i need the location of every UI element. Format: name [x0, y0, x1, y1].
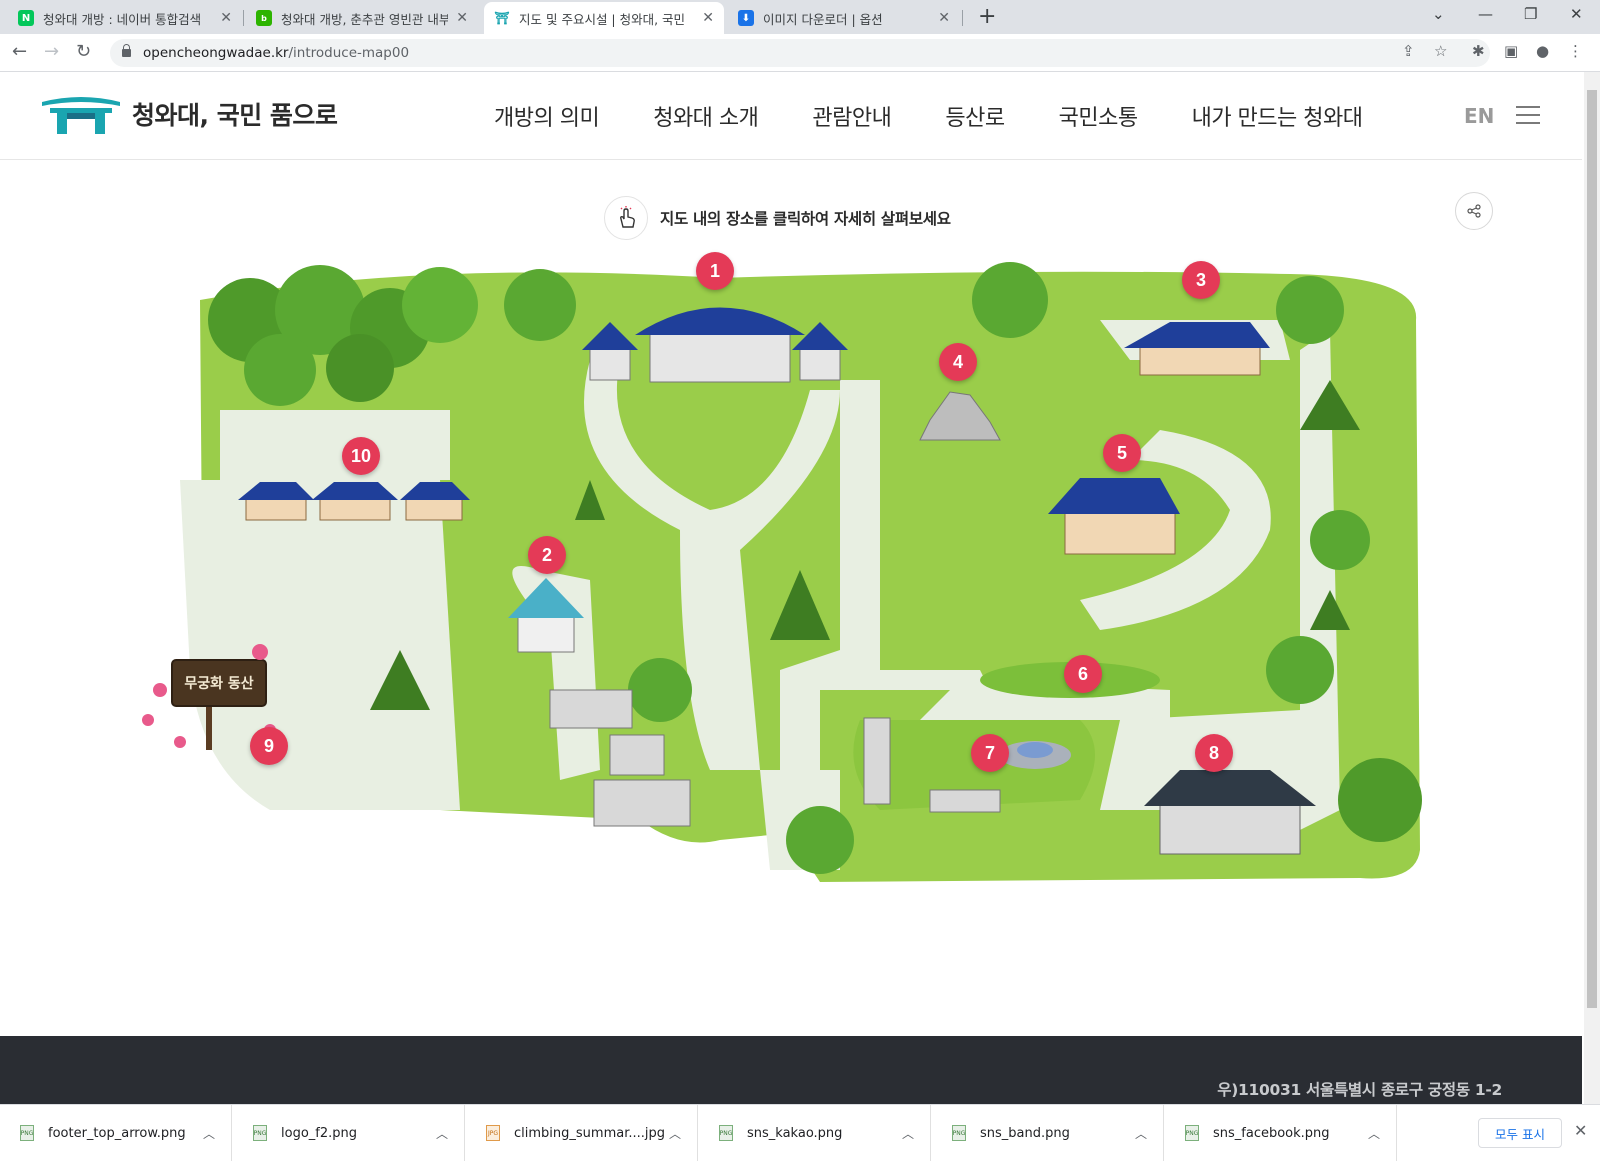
nav-visit-guide[interactable]: 관람안내 [812, 100, 891, 132]
map-pin-5[interactable]: 5 [1103, 434, 1141, 472]
guide-text: 지도 내의 장소를 클릭하여 자세히 살펴보세요 [660, 210, 951, 228]
download-filename: logo_f2.png [281, 1125, 357, 1141]
tab-title: 청와대 개방, 춘추관 영빈관 내부 [281, 11, 449, 27]
download-item[interactable]: PNG sns_kakao.png ︿ [699, 1105, 931, 1161]
download-item[interactable]: JPG climbing_summar....jpg ︿ [466, 1105, 698, 1161]
tab-image-downloader[interactable]: ⬇ 이미지 다운로더 | 옵션 ✕ [728, 2, 960, 34]
hamburger-menu-icon[interactable] [1516, 106, 1540, 124]
chevron-up-icon[interactable]: ︿ [1135, 1125, 1147, 1142]
png-file-icon: PNG [253, 1125, 267, 1141]
tab-blog[interactable]: b 청와대 개방, 춘추관 영빈관 내부 ✕ [246, 2, 478, 34]
page-scrollbar[interactable] [1584, 72, 1600, 1104]
map-pin-8[interactable]: 8 [1195, 734, 1233, 772]
close-icon[interactable]: ✕ [938, 10, 950, 26]
download-icon: ⬇ [738, 10, 754, 26]
menu-dots-icon[interactable]: ⋮ [1568, 42, 1583, 60]
side-panel-icon[interactable]: ▣ [1504, 42, 1518, 60]
download-filename: sns_kakao.png [747, 1125, 843, 1141]
close-icon[interactable]: ✕ [702, 10, 714, 26]
download-item[interactable]: PNG footer_top_arrow.png ︿ [0, 1105, 232, 1161]
main-nav: 개방의 의미 청와대 소개 관람안내 등산로 국민소통 내가 만드는 청와대 [494, 100, 1417, 132]
nav-intro[interactable]: 청와대 소개 [653, 100, 759, 132]
url-path: /introduce-map00 [288, 45, 410, 61]
reload-icon[interactable]: ↻ [76, 41, 91, 62]
map-guide: 지도 내의 장소를 클릭하여 자세히 살펴보세요 [604, 196, 951, 240]
chevron-up-icon[interactable]: ︿ [203, 1125, 215, 1142]
nav-meaning[interactable]: 개방의 의미 [494, 100, 600, 132]
site-header: 청와대, 국민 품으로 개방의 의미 청와대 소개 관람안내 등산로 국민소통 … [0, 72, 1582, 160]
back-icon[interactable]: ← [12, 41, 27, 62]
share-button[interactable] [1455, 192, 1493, 230]
url-input[interactable]: opencheongwadae.kr/introduce-map00 [110, 39, 1490, 67]
lock-icon [122, 44, 131, 57]
blog-icon: b [256, 10, 272, 26]
tap-hand-icon [604, 196, 648, 240]
tab-title: 청와대 개방 : 네이버 통합검색 [43, 11, 202, 27]
share-icon [1467, 204, 1481, 218]
tab-naver-search[interactable]: N 청와대 개방 : 네이버 통합검색 ✕ [8, 2, 242, 34]
url-domain: opencheongwadae.kr [143, 45, 289, 61]
png-file-icon: PNG [719, 1125, 733, 1141]
chevron-up-icon[interactable]: ︿ [669, 1125, 681, 1142]
download-shelf: PNG footer_top_arrow.png ︿ PNG logo_f2.p… [0, 1104, 1600, 1161]
tab-search-icon[interactable]: ⌄ [1432, 5, 1445, 23]
jpg-file-icon: JPG [486, 1125, 500, 1141]
browser-tab-bar: N 청와대 개방 : 네이버 통합검색 ✕ b 청와대 개방, 춘추관 영빈관 … [0, 0, 1600, 34]
map-illustration [142, 262, 1422, 882]
png-file-icon: PNG [952, 1125, 966, 1141]
tab-title: 이미지 다운로더 | 옵션 [763, 11, 883, 27]
chevron-up-icon[interactable]: ︿ [902, 1125, 914, 1142]
restore-icon[interactable]: ❐ [1524, 5, 1537, 23]
tab-title: 지도 및 주요시설 | 청와대, 국민 [519, 11, 686, 27]
nav-communication[interactable]: 국민소통 [1059, 100, 1138, 132]
profile-icon[interactable]: ● [1536, 42, 1549, 60]
map-pin-1[interactable]: 1 [696, 252, 734, 290]
map-pin-2[interactable]: 2 [528, 536, 566, 574]
download-filename: climbing_summar....jpg [514, 1125, 665, 1141]
map-pin-9[interactable]: 9 [250, 727, 288, 765]
window-close-icon[interactable]: ✕ [1570, 5, 1583, 23]
png-file-icon: PNG [1185, 1125, 1199, 1141]
language-toggle[interactable]: EN [1464, 104, 1494, 128]
close-icon[interactable]: ✕ [1574, 1121, 1587, 1140]
download-filename: sns_facebook.png [1213, 1125, 1330, 1141]
show-all-downloads-button[interactable]: 모두 표시 [1478, 1118, 1562, 1148]
download-item[interactable]: PNG logo_f2.png ︿ [233, 1105, 465, 1161]
site-footer: 우)110031 서울특별시 종로구 궁정동 1-2 [0, 1036, 1582, 1104]
close-icon[interactable]: ✕ [456, 10, 468, 26]
site-logo[interactable]: 청와대, 국민 품으로 [40, 94, 338, 134]
map-pin-10[interactable]: 10 [342, 437, 380, 475]
naver-icon: N [18, 10, 34, 26]
extensions-icon[interactable]: ✱ [1472, 42, 1485, 60]
campus-map: 무궁화 동산 1 2 3 4 5 6 7 8 9 10 [120, 250, 1480, 910]
scrollbar-thumb[interactable] [1587, 90, 1597, 1008]
download-filename: sns_band.png [980, 1125, 1070, 1141]
logo-text: 청와대, 국민 품으로 [132, 101, 338, 130]
footer-address: 우)110031 서울특별시 종로구 궁정동 1-2 [1217, 1081, 1502, 1099]
forward-icon[interactable]: → [44, 41, 59, 62]
gate-logo-icon [42, 97, 120, 134]
address-bar: ← → ↻ opencheongwadae.kr/introduce-map00… [0, 34, 1600, 72]
share-page-icon[interactable]: ⇪ [1402, 42, 1415, 60]
map-pin-4[interactable]: 4 [939, 343, 977, 381]
minimize-icon[interactable]: — [1478, 5, 1493, 23]
chevron-up-icon[interactable]: ︿ [436, 1125, 448, 1142]
bookmark-star-icon[interactable]: ☆ [1434, 42, 1447, 60]
download-item[interactable]: PNG sns_band.png ︿ [932, 1105, 1164, 1161]
png-file-icon: PNG [20, 1125, 34, 1141]
chevron-up-icon[interactable]: ︿ [1368, 1125, 1380, 1142]
download-item[interactable]: PNG sns_facebook.png ︿ [1165, 1105, 1397, 1161]
close-icon[interactable]: ✕ [220, 10, 232, 26]
map-pin-3[interactable]: 3 [1182, 261, 1220, 299]
map-pin-6[interactable]: 6 [1064, 655, 1102, 693]
new-tab-button[interactable]: + [978, 4, 996, 29]
tab-map-active[interactable]: ⛩ 지도 및 주요시설 | 청와대, 국민 ✕ [484, 2, 724, 34]
mugunghwa-sign[interactable]: 무궁화 동산 [172, 660, 266, 706]
nav-my-cheongwadae[interactable]: 내가 만드는 청와대 [1192, 100, 1363, 132]
cheongwadae-icon: ⛩ [494, 11, 510, 25]
download-filename: footer_top_arrow.png [48, 1125, 186, 1141]
map-pin-7[interactable]: 7 [971, 734, 1009, 772]
nav-hiking-trail[interactable]: 등산로 [945, 100, 1005, 132]
